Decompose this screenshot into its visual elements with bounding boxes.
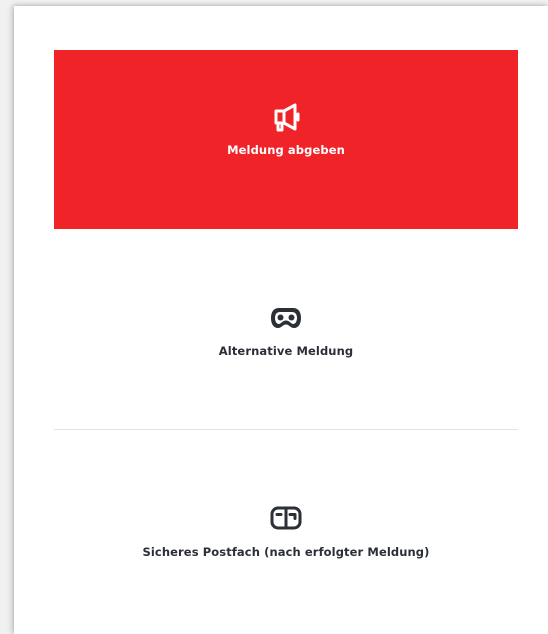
alternative-report-button[interactable]: Alternative Meldung bbox=[54, 274, 518, 394]
megaphone-icon bbox=[274, 103, 300, 132]
submit-report-label: Meldung abgeben bbox=[227, 143, 345, 157]
mask-icon bbox=[271, 308, 301, 328]
secure-mailbox-button[interactable]: Sicheres Postfach (nach erfolgter Meldun… bbox=[54, 480, 518, 600]
alternative-report-label: Alternative Meldung bbox=[218, 344, 354, 358]
reporting-options-panel: Meldung abgeben Alternative Meldung Sich… bbox=[14, 6, 548, 634]
submit-report-button[interactable]: Meldung abgeben bbox=[54, 50, 518, 229]
secure-mailbox-label: Sicheres Postfach (nach erfolgter Meldun… bbox=[142, 545, 430, 559]
section-divider bbox=[54, 429, 518, 430]
mailbox-icon bbox=[270, 506, 302, 530]
